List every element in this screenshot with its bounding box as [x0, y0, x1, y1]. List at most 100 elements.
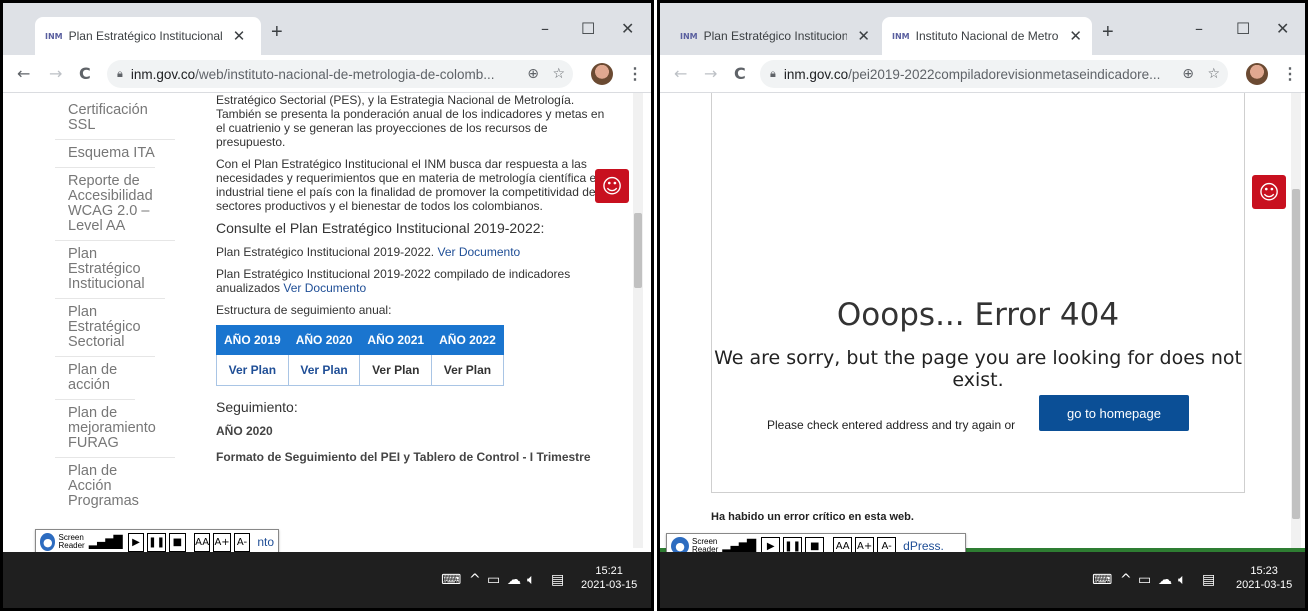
page-scrollbar[interactable] [1291, 93, 1301, 553]
inm-favicon-icon: INM [892, 31, 910, 41]
keyboard-icon[interactable]: ⌨ [441, 572, 461, 588]
star-icon[interactable]: ☆ [552, 66, 565, 82]
partial-link[interactable]: nto [257, 535, 274, 549]
tab-instituto-nacional[interactable]: INM Instituto Nacional de Metroloç ✕ [882, 17, 1092, 55]
sidebar-item-plan-estrategico-sectorial[interactable]: Plan Estratégico Sectorial [55, 299, 155, 357]
inm-favicon-icon: INM [45, 31, 63, 41]
ver-plan-2021-link[interactable]: Ver Plan [359, 354, 433, 386]
sidebar-item-plan-accion-programas[interactable]: Plan de Acción Programas [55, 458, 139, 515]
partial-link[interactable]: dPress. [903, 539, 944, 553]
font-normal-button[interactable]: AA [193, 532, 211, 552]
go-to-homepage-button[interactable]: go to homepage [1039, 395, 1189, 431]
profile-avatar[interactable] [591, 63, 613, 85]
cloud-icon[interactable]: ☁ [507, 572, 521, 588]
ver-plan-2022-link[interactable]: Ver Plan [431, 354, 504, 386]
maximize-button[interactable]: ☐ [1236, 19, 1250, 38]
reload-button[interactable]: C [79, 64, 91, 83]
navigation-bar: ← → C 🔒︎ inm.gov.co/web/instituto-nacion… [3, 55, 651, 93]
right-browser-window: INM Plan Estratégico Institucional ✕ INM… [657, 0, 1308, 611]
ver-plan-2019-link[interactable]: Ver Plan [216, 354, 289, 386]
zoom-icon[interactable]: ⊕ [527, 66, 539, 82]
volume-icon[interactable]: 🔈︎ [1178, 572, 1186, 588]
back-button[interactable]: ← [674, 64, 687, 83]
reload-button[interactable]: C [734, 64, 746, 83]
tray-chevron-icon[interactable]: ^ [469, 572, 481, 588]
year-2021-header: AÑO 2021 [359, 325, 433, 355]
tray-chevron-icon[interactable]: ^ [1120, 572, 1132, 588]
tab-title: Plan Estratégico Institucional [68, 29, 223, 43]
compiled-document-text: Plan Estratégico Institucional 2019-2022… [216, 267, 571, 295]
tab-close-icon[interactable]: ✕ [233, 27, 246, 45]
critical-error-text: Ha habido un error crítico en esta web. [711, 511, 914, 523]
profile-avatar[interactable] [1246, 63, 1268, 85]
lock-icon: 🔒︎ [117, 67, 123, 80]
lock-icon: 🔒︎ [770, 67, 776, 80]
stop-button[interactable]: ■ [169, 532, 186, 552]
font-decrease-button[interactable]: A- [233, 532, 251, 552]
maximize-button[interactable]: ☐ [581, 19, 595, 38]
error-check-text: Please check entered address and try aga… [767, 418, 1016, 432]
tab-plan-estrategico[interactable]: INM Plan Estratégico Institucional ✕ [670, 17, 880, 55]
formato-seguimiento-title: Formato de Seguimiento del PEI y Tablero… [216, 450, 591, 464]
sidebar-item-plan-mejoramiento-furag[interactable]: Plan de mejoramiento FURAG [55, 400, 175, 458]
screen-reader-logo-icon: ● [40, 533, 56, 551]
volume-signal-icon[interactable]: ▂▄▆█ [89, 535, 123, 549]
error-panel: Ooops... Error 404 We are sorry, but the… [711, 93, 1245, 493]
play-button[interactable]: ▶ [127, 532, 145, 552]
back-button[interactable]: ← [17, 64, 30, 83]
window-close-button[interactable]: ✕ [621, 19, 634, 38]
new-tab-button[interactable]: + [1102, 21, 1114, 44]
purpose-paragraph: Con el Plan Estratégico Institucional el… [216, 157, 615, 213]
minimize-button[interactable]: – [1195, 19, 1203, 38]
sidebar-nav: Certificación SSL Esquema ITA Reporte de… [55, 93, 175, 515]
notification-icon[interactable]: ▤ [1202, 572, 1215, 588]
sidebar-item-plan-de-accion[interactable]: Plan de acción [55, 357, 135, 400]
sidebar-item-reporte-accesibilidad[interactable]: Reporte de Accesibilidad WCAG 2.0 – Leve… [55, 168, 175, 241]
volume-signal-icon[interactable]: ▂▄▆█ [722, 539, 756, 553]
compiled-document-line: Plan Estratégico Institucional 2019-2022… [216, 267, 616, 295]
sidebar-item-certificacion-ssl[interactable]: Certificación SSL [55, 93, 175, 140]
seguimiento-heading: Seguimiento: [216, 399, 298, 415]
plan-document-text: Plan Estratégico Institucional 2019-2022… [216, 245, 435, 259]
estructura-label: Estructura de seguimiento anual: [216, 303, 392, 317]
tab-close-icon[interactable]: ✕ [1069, 27, 1082, 45]
font-increase-button[interactable]: A+ [213, 532, 231, 552]
screen-reader-label: Screen Reader [58, 533, 85, 550]
network-icon[interactable]: ▭ [487, 572, 500, 588]
ver-documento-link-1[interactable]: Ver Documento [437, 245, 520, 259]
accessibility-icon[interactable]: ☺ [1252, 175, 1286, 209]
pause-button[interactable]: ❚❚ [147, 532, 167, 552]
page-scrollbar[interactable] [633, 93, 643, 548]
menu-kebab-icon[interactable]: ⋮ [1282, 64, 1298, 84]
accessibility-icon[interactable]: ☺ [595, 169, 629, 203]
volume-icon[interactable]: 🔈︎ [527, 572, 535, 588]
system-clock[interactable]: 15:23 2021-03-15 [1236, 564, 1292, 592]
address-bar[interactable]: 🔒︎ inm.gov.co/web/instituto-nacional-de-… [107, 60, 573, 88]
ver-documento-link-2[interactable]: Ver Documento [283, 281, 366, 295]
sidebar-item-plan-estrategico-institucional[interactable]: Plan Estratégico Institucional [55, 241, 165, 299]
keyboard-icon[interactable]: ⌨ [1092, 572, 1112, 588]
window-close-button[interactable]: ✕ [1276, 19, 1289, 38]
notification-icon[interactable]: ▤ [551, 572, 564, 588]
system-clock[interactable]: 15:21 2021-03-15 [581, 564, 637, 592]
menu-kebab-icon[interactable]: ⋮ [627, 64, 643, 84]
scrollbar-thumb[interactable] [1292, 189, 1300, 519]
year-2022-header: AÑO 2022 [431, 325, 504, 355]
minimize-button[interactable]: – [541, 19, 549, 38]
address-bar[interactable]: 🔒︎ inm.gov.co/pei2019-2022compiladorevis… [760, 60, 1228, 88]
zoom-icon[interactable]: ⊕ [1182, 66, 1194, 82]
forward-button[interactable]: → [704, 64, 717, 83]
tab-plan-estrategico[interactable]: INM Plan Estratégico Institucional ✕ [35, 17, 261, 55]
sidebar-item-esquema-ita[interactable]: Esquema ITA [55, 140, 155, 168]
new-tab-button[interactable]: + [271, 21, 283, 44]
article-body: Estratégico Sectorial (PES), y la Estrat… [216, 93, 616, 476]
forward-button[interactable]: → [49, 64, 62, 83]
network-icon[interactable]: ▭ [1138, 572, 1151, 588]
tab-close-icon[interactable]: ✕ [857, 27, 870, 45]
page-content: Ooops... Error 404 We are sorry, but the… [660, 93, 1305, 558]
scrollbar-thumb[interactable] [634, 213, 642, 288]
cloud-icon[interactable]: ☁ [1158, 572, 1172, 588]
star-icon[interactable]: ☆ [1207, 66, 1220, 82]
tab-title: Instituto Nacional de Metroloç [915, 29, 1060, 43]
ver-plan-2020-link[interactable]: Ver Plan [287, 354, 361, 386]
